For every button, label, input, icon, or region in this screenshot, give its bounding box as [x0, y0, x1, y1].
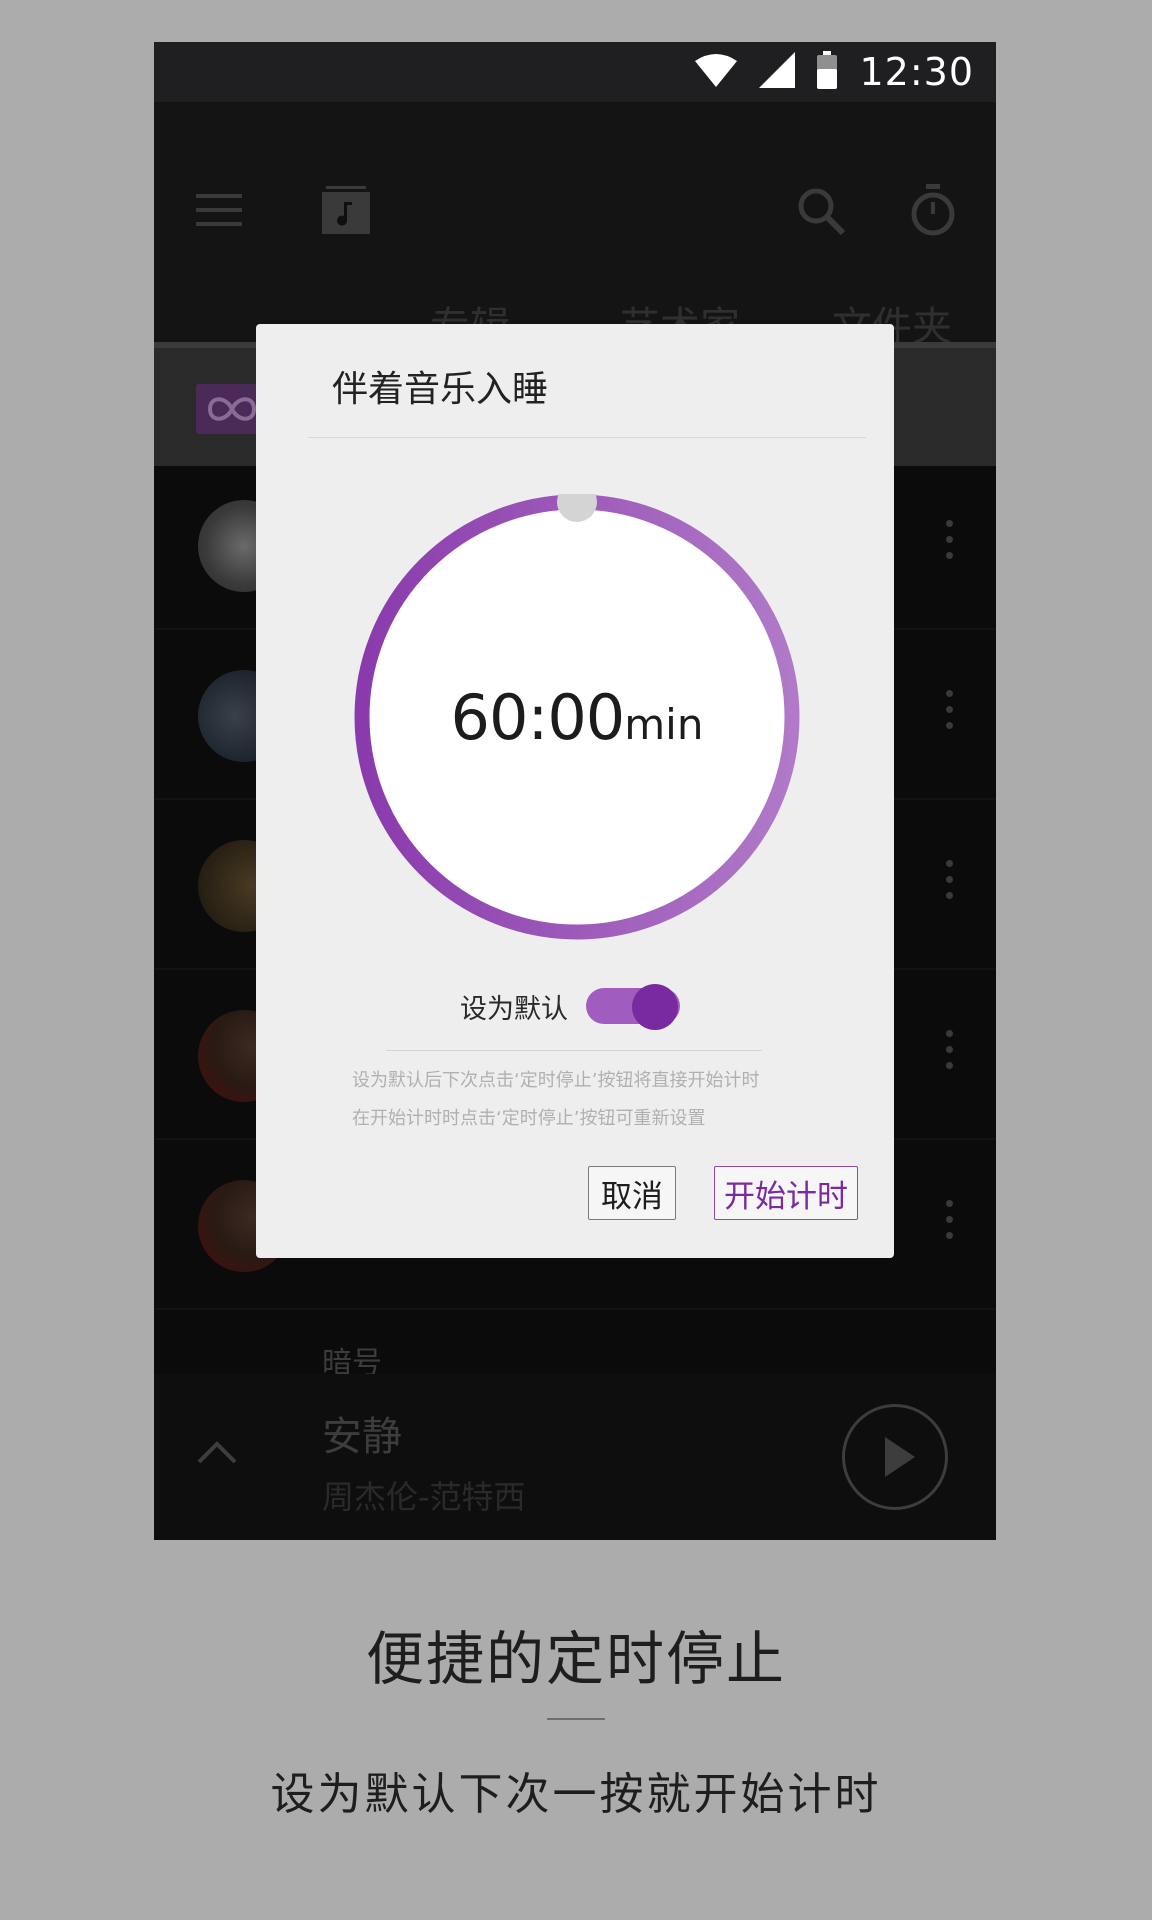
caption-title: 便捷的定时停止: [365, 1625, 786, 1693]
timer-unit: min: [624, 699, 704, 749]
menu-icon[interactable]: [196, 192, 242, 232]
sleep-timer-dialog: 伴着音乐入睡 60:00 min 设为默认 设为默认后下次点击‘定时停止’按钮将…: [256, 324, 894, 1258]
chevron-up-icon[interactable]: [196, 1440, 238, 1470]
status-bar: 12:30: [154, 42, 996, 102]
default-setting-row: 设为默认: [460, 984, 680, 1030]
now-playing-bar: 安静 周杰伦-范特西: [154, 1374, 996, 1540]
search-icon[interactable]: [796, 186, 846, 240]
divider: [386, 1050, 762, 1051]
play-icon: [885, 1437, 915, 1477]
status-time: 12:30: [859, 50, 974, 94]
timer-readout: 60:00 min: [354, 494, 800, 940]
caption-divider: [547, 1718, 605, 1720]
now-playing-title: 安静: [322, 1414, 402, 1460]
toggle-knob: [632, 984, 678, 1030]
stopwatch-icon[interactable]: [910, 184, 956, 240]
default-label: 设为默认: [460, 993, 568, 1025]
more-icon[interactable]: [946, 1200, 954, 1248]
now-playing-artist: 周杰伦-范特西: [322, 1478, 526, 1516]
dialog-title: 伴着音乐入睡: [332, 369, 549, 410]
default-toggle[interactable]: [586, 984, 680, 1030]
more-icon[interactable]: [946, 520, 954, 568]
hint-text: 在开始计时时点击‘定时停止’按钮可重新设置: [352, 1108, 706, 1129]
play-button[interactable]: [842, 1404, 948, 1510]
cancel-button[interactable]: 取消: [588, 1166, 676, 1220]
hint-text: 设为默认后下次点击‘定时停止’按钮将直接开始计时: [352, 1070, 760, 1091]
more-icon[interactable]: [946, 1030, 954, 1078]
timer-dial[interactable]: 60:00 min: [354, 482, 800, 940]
more-icon[interactable]: [946, 860, 954, 908]
app-bar: 专辑 艺术家 文件夹: [154, 102, 996, 350]
timer-value: 60:00: [450, 680, 626, 754]
caption-subtitle: 设为默认下次一按就开始计时: [270, 1769, 882, 1820]
music-note-icon[interactable]: [322, 186, 370, 238]
battery-icon: [817, 51, 838, 93]
signal-icon: [759, 52, 796, 92]
start-timer-button[interactable]: 开始计时: [714, 1166, 858, 1220]
wifi-icon: [695, 53, 738, 91]
divider: [308, 437, 866, 438]
more-icon[interactable]: [946, 690, 954, 738]
